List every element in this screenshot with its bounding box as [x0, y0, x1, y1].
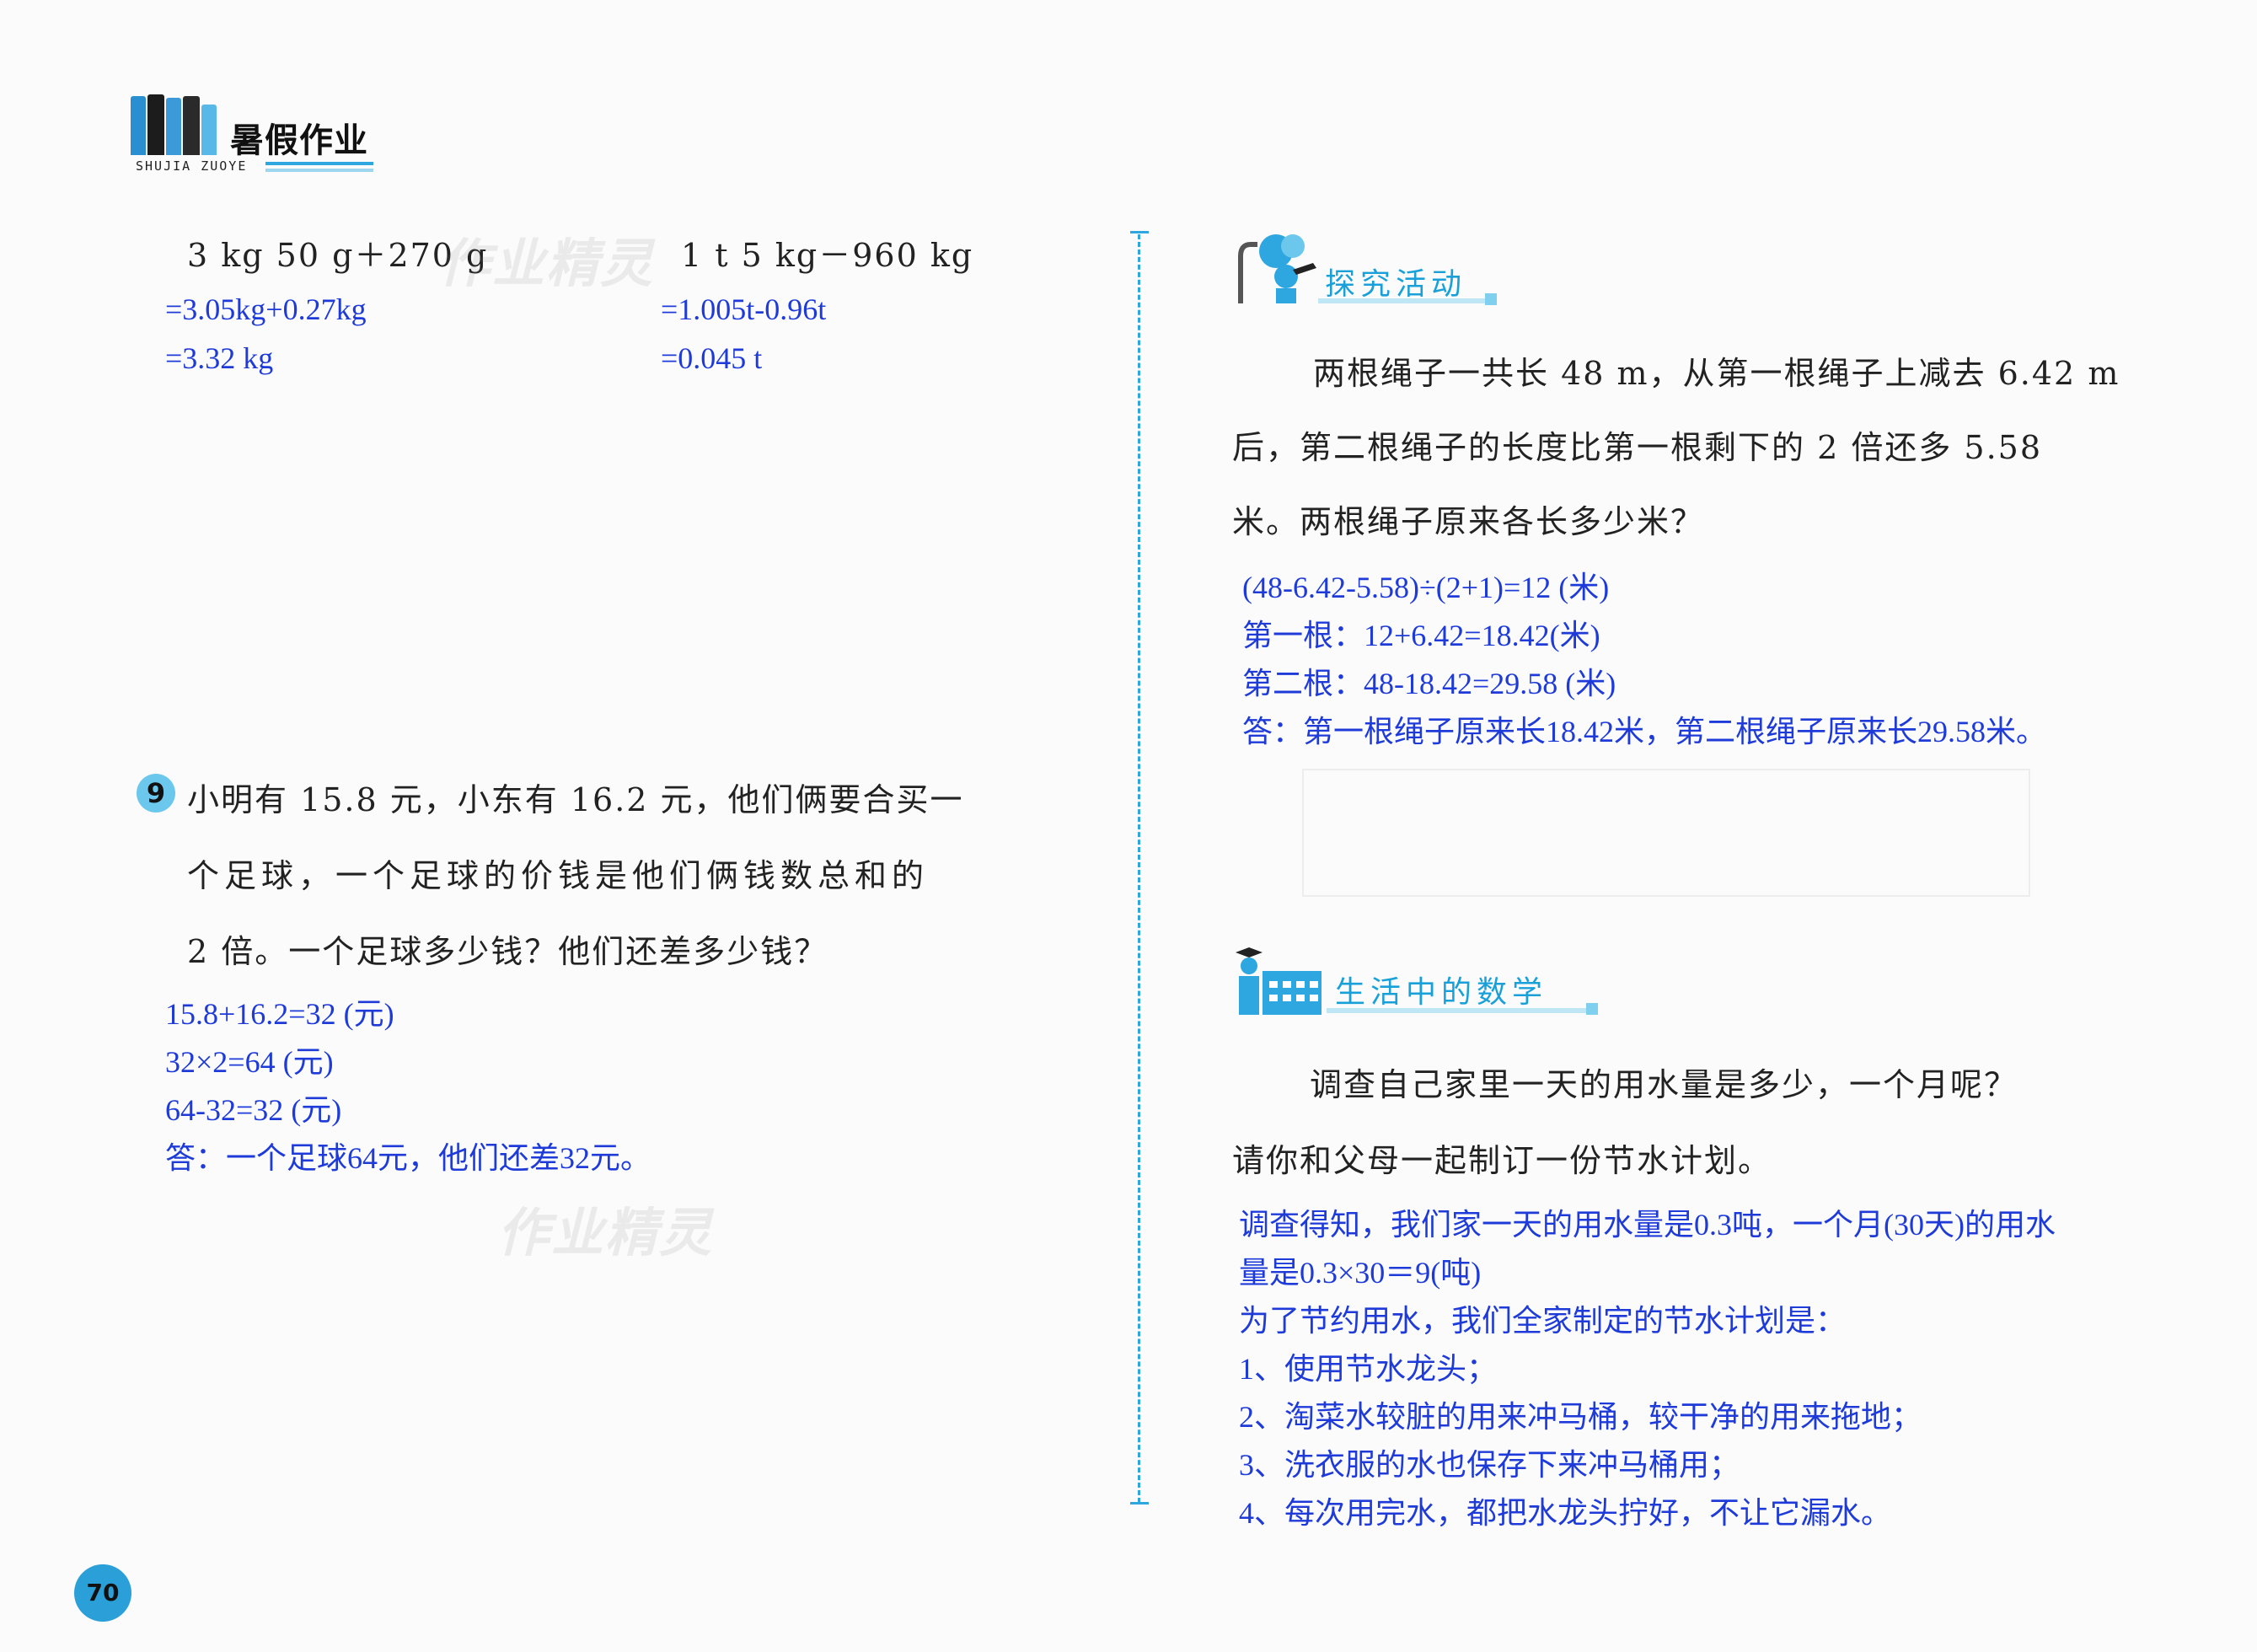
banner-underline	[1318, 298, 1487, 303]
header: 暑假作业 SHUJIA ZUOYE	[131, 94, 375, 174]
lamp-scholar-icon	[1238, 234, 1316, 303]
section2-answer-line: 3、洗衣服的水也保存下来冲马桶用；	[1239, 1448, 1740, 1482]
section-title: 探究活动	[1325, 267, 1467, 302]
header-title: 暑假作业	[230, 121, 368, 160]
section2-answer-line: 为了节约用水，我们全家制定的节水计划是：	[1239, 1304, 1847, 1338]
section1-answer-line: 第一根：12+6.42=18.42(米)	[1242, 619, 1600, 652]
watermark: 作业精灵	[497, 1202, 714, 1263]
section-banner-life-math: 生活中的数学	[1232, 942, 1603, 1022]
section2-answer-line: 2、淘菜水较脏的用来冲马桶，较干净的用来拖地；	[1239, 1400, 1922, 1434]
header-underline-2	[265, 169, 373, 172]
section1-answer-line: (48-6.42-5.58)÷(2+1)=12 (米)	[1242, 571, 1610, 604]
workbook-page: 暑假作业 SHUJIA ZUOYE 3 kg 50 g＋270 g =3.05k…	[0, 0, 2257, 1652]
section2-problem-line: 请你和父母一起制订一份节水计划。	[1232, 1142, 1772, 1179]
section1-problem-line: 后，第二根绳子的长度比第一根剩下的 2 倍还多 5.58	[1232, 429, 2043, 466]
section-banner-explore: 探究活动	[1232, 229, 1502, 309]
section1-problem-line: 两根绳子一共长 48 m，从第一根绳子上减去 6.42 m	[1313, 355, 2120, 392]
question-number-badge: 9	[137, 774, 175, 813]
divider-tick	[1130, 1502, 1149, 1504]
question-9-line: 个足球，一个足球的价钱是他们俩钱数总和的	[187, 857, 930, 894]
section2-answer-line: 量是0.3×30＝9(吨)	[1239, 1256, 1482, 1290]
question-9-answer-line: 15.8+16.2=32 (元)	[165, 997, 394, 1031]
section1-answer-line: 答：第一根绳子原来长18.42米，第二根绳子原来长29.58米。	[1242, 715, 2047, 748]
books-logo-icon	[131, 94, 222, 155]
expression-1-answer-line: =3.32 kg	[165, 341, 274, 375]
banner-square	[1485, 293, 1497, 305]
question-9-answer-line: 答：一个足球64元，他们还差32元。	[165, 1141, 651, 1175]
header-subtitle: SHUJIA ZUOYE	[136, 158, 248, 174]
watermark: 作业精灵	[438, 233, 655, 294]
expression-2-answer-line: =1.005t-0.96t	[661, 292, 827, 326]
question-9-line: 小明有 15.8 元，小东有 16.2 元，他们俩要合买一	[187, 781, 964, 818]
banner-underline	[1327, 1008, 1588, 1013]
column-divider	[1138, 234, 1140, 1503]
header-underline	[265, 162, 373, 165]
expression-2: 1 t 5 kg－960 kg	[681, 237, 974, 274]
banner-square	[1586, 1003, 1598, 1015]
section2-answer-line: 1、使用节水龙头；	[1239, 1352, 1498, 1386]
question-9-answer-line: 32×2=64 (元)	[165, 1045, 334, 1079]
section2-answer-line: 调查得知，我们家一天的用水量是0.3吨，一个月(30天)的用水	[1239, 1208, 2056, 1242]
divider-tick	[1130, 231, 1149, 233]
section-title: 生活中的数学	[1335, 975, 1548, 1010]
section2-answer-line: 4、每次用完水，都把水龙头拧好，不让它漏水。	[1239, 1496, 1892, 1530]
expression-1-answer-line: =3.05kg+0.27kg	[165, 292, 367, 326]
section1-problem-line: 米。两根绳子原来各长多少米？	[1232, 503, 1705, 540]
calendar-scholar-icon	[1236, 947, 1321, 1015]
question-9-answer-line: 64-32=32 (元)	[165, 1093, 342, 1127]
faint-show-through	[1302, 769, 2030, 897]
page-number: 70	[74, 1564, 131, 1622]
section2-problem-line: 调查自己家里一天的用水量是多少，一个月呢？	[1310, 1066, 2018, 1103]
section1-answer-line: 第二根：48-18.42=29.58 (米)	[1242, 667, 1616, 700]
question-9-line: 2 倍。一个足球多少钱？他们还差多少钱？	[187, 933, 828, 970]
expression-2-answer-line: =0.045 t	[661, 341, 763, 375]
